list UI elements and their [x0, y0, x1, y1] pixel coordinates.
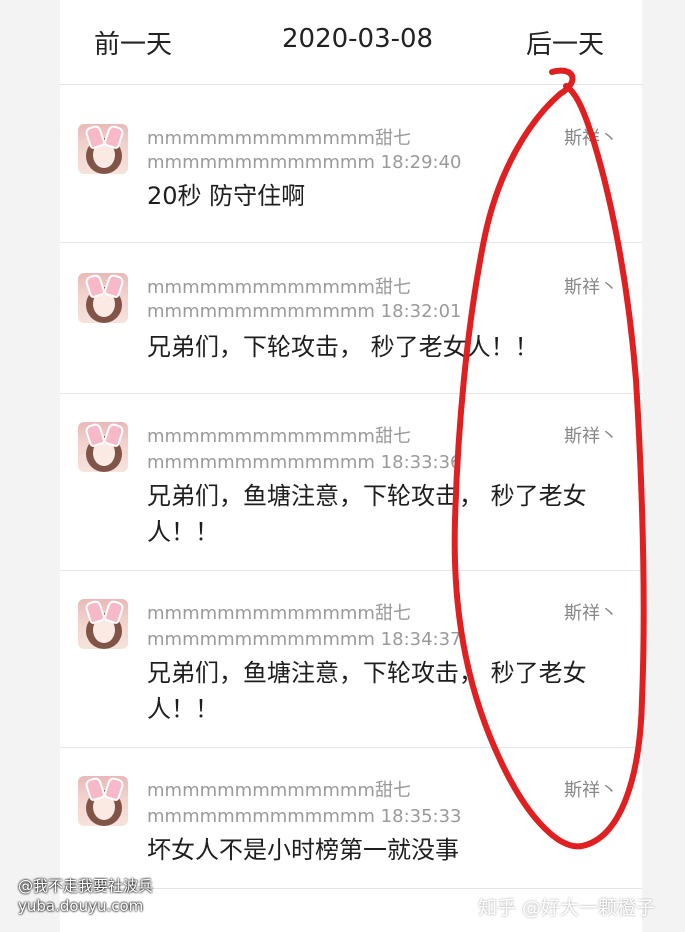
- user-name[interactable]: mmmmmmmmmmmmm甜七: [147, 776, 411, 802]
- list-item: mmmmmmmmmmmmm甜七 斯祥丶 mmmmmmmmmmmmm 18:33:…: [60, 394, 642, 571]
- zhihu-watermark: 知乎 @好大一颗橙子: [478, 897, 656, 919]
- current-date: 2020-03-08: [282, 24, 434, 54]
- user-name[interactable]: mmmmmmmmmmmmm甜七: [147, 599, 411, 625]
- message-meta: mmmmmmmmmmmmm 18:32:01: [147, 301, 462, 322]
- avatar[interactable]: [78, 273, 128, 323]
- next-day-button[interactable]: 后一天: [526, 24, 604, 61]
- douyu-watermark: @我不走我要社波兵 yuba.douyu.com: [18, 876, 153, 916]
- date-navigation-bar: 前一天 2020-03-08 后一天: [60, 0, 642, 85]
- sender-name: 斯祥丶: [564, 277, 618, 298]
- user-name[interactable]: mmmmmmmmmmmmm甜七: [147, 124, 411, 150]
- message-meta: mmmmmmmmmmmmm 18:35:33: [147, 806, 462, 827]
- watermark-line-1: @我不走我要社波兵: [18, 877, 154, 895]
- sender-name: 斯祥丶: [564, 426, 618, 447]
- sender-name: 斯祥丶: [564, 603, 618, 624]
- message-meta: mmmmmmmmmmmmm 18:33:36: [147, 452, 462, 473]
- previous-day-button[interactable]: 前一天: [94, 24, 172, 61]
- list-item: mmmmmmmmmmmmm甜七 斯祥丶 mmmmmmmmmmmmm 18:32:…: [60, 243, 642, 394]
- list-item: mmmmmmmmmmmmm甜七 斯祥丶 mmmmmmmmmmmmm 18:34:…: [60, 571, 642, 748]
- avatar[interactable]: [78, 124, 128, 174]
- message-text: 兄弟们，鱼塘注意，下轮攻击， 秒了老女人！！: [147, 482, 587, 546]
- message-text: 兄弟们，鱼塘注意，下轮攻击， 秒了老女人！！: [147, 659, 587, 723]
- user-name[interactable]: mmmmmmmmmmmmm甜七: [147, 422, 411, 448]
- user-name[interactable]: mmmmmmmmmmmmm甜七: [147, 273, 411, 299]
- message-meta: mmmmmmmmmmmmm 18:34:37: [147, 629, 462, 650]
- message-meta: mmmmmmmmmmmmm 18:29:40: [147, 152, 462, 173]
- message-text: 20秒 防守住啊: [147, 182, 306, 210]
- message-text: 坏女人不是小时榜第一就没事: [147, 836, 459, 864]
- list-item: mmmmmmmmmmmmm甜七 斯祥丶 mmmmmmmmmmmmm 18:35:…: [60, 748, 642, 889]
- sender-name: 斯祥丶: [564, 128, 618, 149]
- avatar[interactable]: [78, 422, 128, 472]
- sender-name: 斯祥丶: [564, 780, 618, 801]
- watermark-line-2: yuba.douyu.com: [18, 897, 144, 915]
- list-item: mmmmmmmmmmmmm甜七 斯祥丶 mmmmmmmmmmmmm 18:29:…: [60, 94, 642, 243]
- avatar[interactable]: [78, 776, 128, 826]
- message-text: 兄弟们，下轮攻击， 秒了老女人！！: [147, 333, 539, 361]
- avatar[interactable]: [78, 599, 128, 649]
